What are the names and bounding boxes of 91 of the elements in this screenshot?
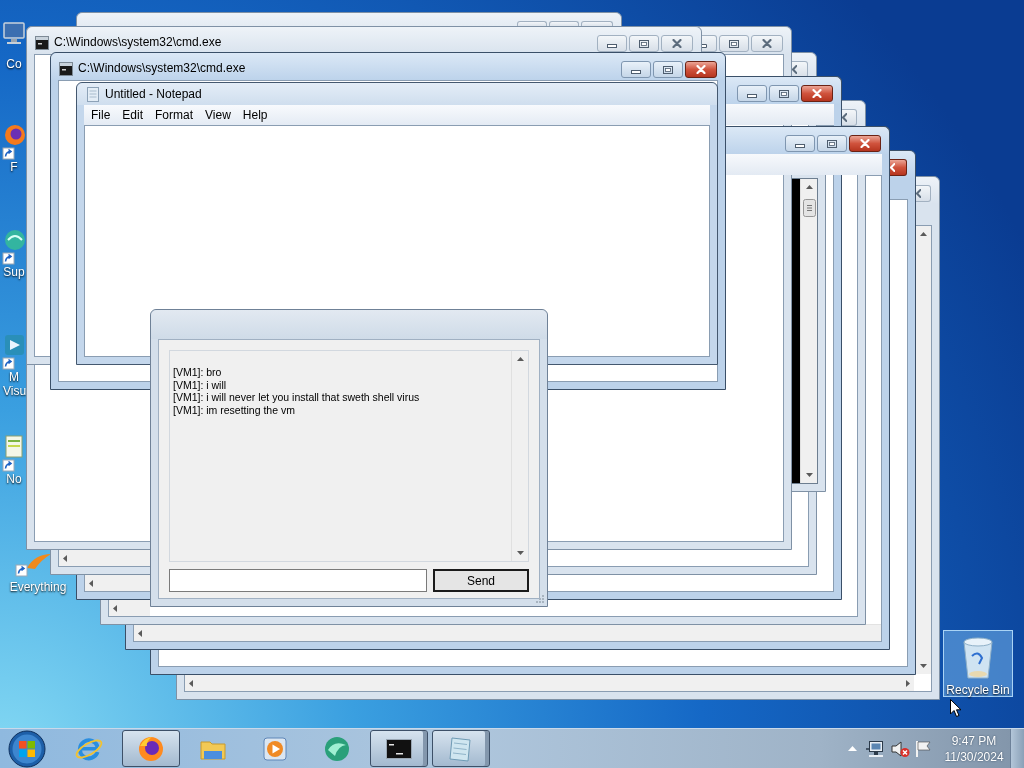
minimize-icon (747, 94, 757, 98)
scroll-down-icon[interactable] (805, 473, 813, 477)
app-tile-icon[interactable] (2, 332, 26, 370)
close-icon (842, 113, 847, 122)
close-icon (792, 65, 797, 74)
scroll-up-icon[interactable] (919, 232, 927, 236)
maximize-icon (639, 39, 649, 48)
title-bar[interactable]: C:\Windows\system32\cmd.exe (51, 53, 725, 80)
minimize-button[interactable] (597, 35, 627, 52)
close-button[interactable] (849, 135, 881, 152)
close-icon (860, 139, 870, 148)
menu-item[interactable]: Format (149, 105, 200, 125)
scroll-down-icon[interactable] (919, 664, 927, 668)
scroll-thumb[interactable] (802, 199, 816, 217)
close-icon (916, 189, 921, 198)
close-icon (672, 39, 682, 48)
close-icon (696, 65, 706, 74)
close-button[interactable] (842, 109, 857, 126)
title-bar[interactable] (726, 76, 842, 104)
close-button[interactable] (801, 85, 833, 102)
minimize-icon (631, 70, 641, 74)
maximize-icon (729, 39, 739, 48)
maximize-button[interactable] (719, 35, 749, 52)
close-icon (812, 89, 822, 98)
fox-globe-icon[interactable] (2, 122, 26, 160)
window-title: C:\Windows\system32\cmd.exe (54, 35, 222, 50)
close-button[interactable] (685, 61, 717, 78)
minimize-icon (795, 144, 805, 148)
chat-message: [VM1]: i will never let you install that sweth shell virus (173, 391, 421, 405)
chat-message: [VM1]: i will (173, 378, 228, 392)
show-desktop-button[interactable] (1010, 728, 1024, 768)
icon-label[interactable]: F (3, 160, 25, 174)
close-icon (890, 163, 895, 172)
maximize-button[interactable] (817, 135, 847, 152)
vertical-scrollbar[interactable] (800, 179, 817, 483)
minimize-icon (607, 44, 617, 48)
maximize-button[interactable] (653, 61, 683, 78)
orb-icon[interactable] (2, 227, 26, 265)
desktop-shortcut[interactable]: Recycle Bin (943, 630, 1013, 697)
scroll-left-icon[interactable] (89, 579, 93, 587)
resize-grip-icon[interactable] (536, 595, 545, 604)
notepad-icon (87, 86, 99, 102)
close-button[interactable] (751, 35, 783, 52)
title-bar[interactable] (726, 126, 890, 154)
minimize-button[interactable] (785, 135, 815, 152)
taskbar-button[interactable] (432, 730, 490, 767)
speaker-muted-icon[interactable] (890, 739, 910, 758)
chat-message: [VM1]: bro (173, 366, 223, 379)
close-button[interactable] (916, 185, 931, 202)
minimize-button[interactable] (621, 61, 651, 78)
mouse-pointer-icon (950, 699, 962, 718)
scroll-left-icon[interactable] (189, 679, 193, 687)
page-icon[interactable] (2, 434, 26, 472)
maximize-button[interactable] (769, 85, 799, 102)
maximize-icon (663, 65, 673, 74)
minimize-icon (702, 44, 707, 48)
chat-log[interactable]: [VM1]: bro [VM1]: i will [VM1]: i will never let you install that sweth shell virus [VM1]: im resetting the vm (169, 350, 529, 562)
title-bar[interactable]: C:\Windows\system32\cmd.exe (27, 27, 701, 54)
menu-item[interactable]: Help (236, 105, 274, 125)
scroll-up-icon[interactable] (805, 185, 813, 189)
close-button[interactable] (890, 159, 907, 176)
scroll-right-icon[interactable] (906, 679, 910, 687)
console-icon (35, 36, 49, 50)
window-title: C:\Windows\system32\cmd.exe (78, 61, 246, 76)
icon-label[interactable]: Co (3, 57, 25, 71)
maximize-icon (779, 89, 789, 98)
taskbar-button[interactable] (122, 730, 180, 767)
menu-item[interactable]: Edit (116, 105, 150, 125)
chat-message: [VM1]: im resetting the vm (173, 404, 296, 417)
scroll-left-icon[interactable] (63, 554, 67, 562)
flag-orb-icon (8, 729, 46, 768)
menu-item[interactable]: File (85, 105, 117, 125)
scroll-left-icon[interactable] (113, 604, 117, 612)
close-icon (762, 39, 772, 48)
scroll-left-icon[interactable] (138, 629, 142, 637)
minimize-button[interactable] (702, 35, 717, 52)
icon-label[interactable]: Sup (3, 265, 25, 279)
network-icon[interactable] (865, 739, 885, 758)
taskbar-button[interactable] (370, 730, 428, 767)
maximize-icon (827, 139, 837, 148)
swoosh-icon[interactable] (15, 552, 51, 578)
send-button[interactable]: Send (433, 569, 529, 592)
message-input[interactable] (169, 569, 427, 592)
minimize-button[interactable] (737, 85, 767, 102)
window-title: Untitled - Notepad (105, 86, 202, 102)
close-button[interactable] (661, 35, 693, 52)
title-bar[interactable]: Untitled - Notepad (77, 83, 717, 105)
console-icon (59, 62, 73, 76)
maximize-button[interactable] (629, 35, 659, 52)
menu-item[interactable]: View (199, 105, 237, 125)
flag-icon[interactable] (914, 739, 932, 758)
